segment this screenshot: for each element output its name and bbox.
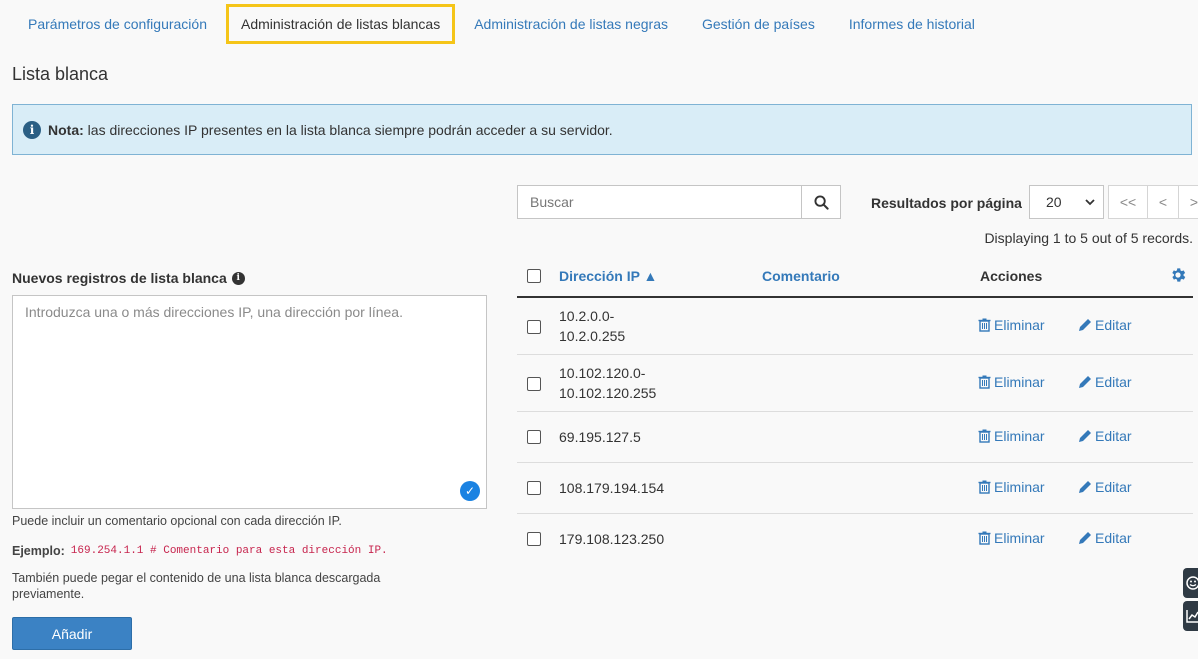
table-header: Dirección IP ▲ Comentario Acciones	[517, 256, 1193, 298]
info-alert: i Nota: las direcciones IP presentes en …	[12, 104, 1192, 155]
results-per-page-select[interactable]: 20	[1029, 185, 1104, 219]
delete-button[interactable]: Eliminar	[978, 479, 1045, 495]
page-title: Lista blanca	[12, 64, 109, 84]
textarea-wrapper: ✓	[12, 295, 487, 509]
delete-button[interactable]: Eliminar	[978, 530, 1045, 546]
row-checkbox[interactable]	[527, 320, 541, 334]
select-all-checkbox[interactable]	[527, 269, 541, 283]
edit-button[interactable]: Editar	[1078, 479, 1132, 495]
pencil-icon	[1079, 376, 1091, 388]
delete-button[interactable]: Eliminar	[978, 428, 1045, 444]
trash-icon	[978, 375, 991, 389]
pencil-icon	[1079, 430, 1091, 442]
gear-icon[interactable]	[1169, 266, 1187, 284]
ip-cell: 10.2.0.0- 10.2.0.255	[559, 308, 626, 344]
example-line: Ejemplo: 169.254.1.1 # Comentario para e…	[12, 544, 388, 558]
ip-cell: 10.102.120.0- 10.102.120.255	[559, 365, 657, 401]
edit-label: Editar	[1095, 317, 1132, 333]
prev-page-button[interactable]: <	[1147, 185, 1179, 219]
records-count: Displaying 1 to 5 out of 5 records.	[984, 230, 1193, 246]
tab-blacklist[interactable]: Administración de listas negras	[457, 4, 685, 44]
edit-label: Editar	[1095, 374, 1132, 390]
next-page-button[interactable]: >	[1178, 185, 1198, 219]
results-per-page-value: 20	[1046, 194, 1062, 210]
pencil-icon	[1079, 481, 1091, 493]
example-code: 169.254.1.1 # Comentario para esta direc…	[70, 545, 388, 557]
delete-button[interactable]: Eliminar	[978, 374, 1045, 390]
row-checkbox[interactable]	[527, 481, 541, 495]
comment-column-header[interactable]: Comentario	[762, 268, 840, 284]
info-icon[interactable]: i	[231, 271, 245, 285]
delete-button[interactable]: Eliminar	[978, 317, 1045, 333]
check-icon: ✓	[460, 481, 480, 501]
search-button[interactable]	[801, 185, 841, 219]
edit-button[interactable]: Editar	[1078, 374, 1132, 390]
pencil-icon	[1079, 319, 1091, 331]
chevron-down-icon	[1085, 199, 1095, 206]
trash-icon	[978, 480, 991, 494]
ip-cell: 179.108.123.250	[559, 531, 665, 547]
stats-widget-button[interactable]	[1183, 601, 1198, 631]
alert-note-label: Nota:	[48, 121, 84, 138]
edit-button[interactable]: Editar	[1078, 428, 1132, 444]
alert-text: las direcciones IP presentes en la lista…	[83, 121, 613, 138]
smiley-icon	[1186, 576, 1198, 590]
table-row: 69.195.127.5 Eliminar Editar	[517, 412, 1193, 463]
results-per-page-label: Resultados por página	[871, 195, 1022, 211]
table-row: 108.179.194.154 Eliminar Editar	[517, 463, 1193, 514]
edit-label: Editar	[1095, 530, 1132, 546]
tab-countries[interactable]: Gestión de países	[685, 4, 832, 44]
trash-icon	[978, 531, 991, 545]
search-group	[517, 185, 841, 219]
comment-help-text: Puede incluir un comentario opcional con…	[12, 514, 342, 528]
table-row: 179.108.123.250 Eliminar Editar	[517, 514, 1193, 564]
delete-label: Eliminar	[994, 317, 1045, 333]
ip-cell: 108.179.194.154	[559, 480, 665, 496]
first-page-button[interactable]: <<	[1108, 185, 1148, 219]
edit-button[interactable]: Editar	[1078, 317, 1132, 333]
edit-button[interactable]: Editar	[1078, 530, 1132, 546]
whitelist-table: Dirección IP ▲ Comentario Acciones 10.2.…	[517, 256, 1193, 564]
row-checkbox[interactable]	[527, 430, 541, 444]
edit-label: Editar	[1095, 428, 1132, 444]
tab-whitelist[interactable]: Administración de listas blancas	[226, 4, 456, 44]
trash-icon	[978, 429, 991, 443]
delete-label: Eliminar	[994, 428, 1045, 444]
search-input[interactable]	[517, 185, 801, 219]
delete-label: Eliminar	[994, 479, 1045, 495]
tab-configuration[interactable]: Parámetros de configuración	[12, 4, 224, 44]
delete-label: Eliminar	[994, 530, 1045, 546]
ip-entries-textarea[interactable]	[12, 295, 487, 509]
pagination: << < >	[1108, 185, 1198, 219]
ip-cell: 69.195.127.5	[559, 429, 641, 445]
new-records-label-text: Nuevos registros de lista blanca	[12, 270, 227, 286]
row-checkbox[interactable]	[527, 532, 541, 546]
table-row: 10.102.120.0- 10.102.120.255 Eliminar Ed…	[517, 355, 1193, 412]
edit-label: Editar	[1095, 479, 1132, 495]
info-icon: i	[23, 120, 41, 139]
tab-bar: Parámetros de configuración Administraci…	[12, 4, 992, 44]
add-button[interactable]: Añadir	[12, 617, 132, 650]
tab-history[interactable]: Informes de historial	[832, 4, 992, 44]
new-records-label: Nuevos registros de lista blanca i	[12, 270, 245, 286]
delete-label: Eliminar	[994, 374, 1045, 390]
row-checkbox[interactable]	[527, 377, 541, 391]
search-icon	[813, 194, 829, 210]
example-label: Ejemplo:	[12, 544, 65, 558]
table-row: 10.2.0.0- 10.2.0.255 Eliminar Editar	[517, 298, 1193, 355]
pencil-icon	[1079, 532, 1091, 544]
feedback-widget-button[interactable]	[1183, 568, 1198, 598]
chart-icon	[1186, 610, 1198, 623]
actions-column-header: Acciones	[980, 268, 1043, 284]
paste-help-text: También puede pegar el contenido de una …	[12, 571, 381, 601]
ip-column-header[interactable]: Dirección IP ▲	[559, 268, 657, 284]
trash-icon	[978, 318, 991, 332]
